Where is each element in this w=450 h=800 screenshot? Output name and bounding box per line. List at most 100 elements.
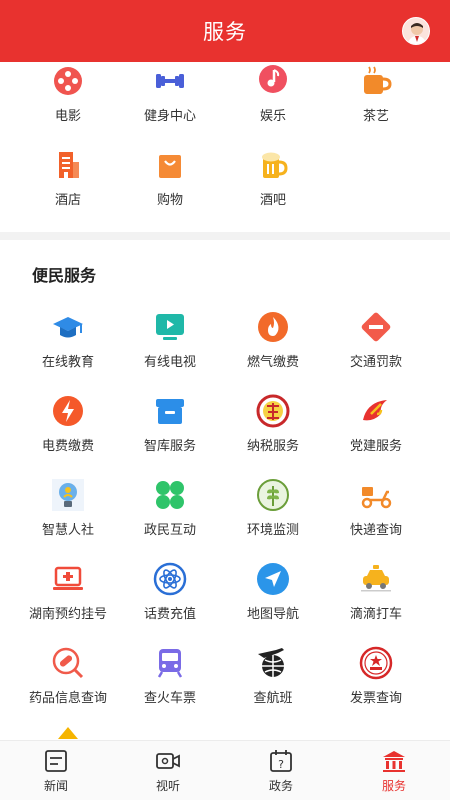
- service-item-label: 快递查询: [349, 523, 402, 538]
- tab-label: 政务: [268, 779, 293, 793]
- dumbbell-icon: [153, 64, 187, 98]
- app-header: 服务: [0, 0, 450, 62]
- service-item-label: 酒吧: [259, 193, 286, 208]
- tab-government[interactable]: ? 政务: [225, 741, 337, 800]
- service-item-phone-recharge[interactable]: 话费充值: [120, 562, 220, 622]
- service-item-label: 药品信息查询: [28, 691, 107, 706]
- tab-label: 新闻: [43, 779, 68, 793]
- service-item-environment-monitoring[interactable]: 环境监测: [223, 478, 323, 538]
- service-item-train-tickets[interactable]: 查火车票: [120, 646, 220, 706]
- service-item-electricity-payment[interactable]: 电费缴费: [18, 394, 118, 454]
- section-divider: [0, 232, 450, 240]
- service-item-label: 娱乐: [259, 109, 286, 124]
- airplane-globe-icon: [256, 646, 290, 680]
- service-item-label: 滴滴打车: [349, 607, 402, 622]
- pill-search-icon: [51, 646, 85, 680]
- tax-emblem-icon: [256, 394, 290, 428]
- service-item-map-navigation[interactable]: 地图导航: [223, 562, 323, 622]
- party-emblem-icon: [359, 394, 393, 428]
- service-item-tax-service[interactable]: 纳税服务: [223, 394, 323, 454]
- flame-icon: [256, 310, 290, 344]
- calendar-question-icon: ?: [269, 749, 293, 773]
- svg-text:?: ?: [278, 758, 284, 771]
- service-item-label: 纳税服务: [246, 439, 299, 454]
- service-item-label: 交通罚款: [349, 355, 402, 370]
- service-item-bar[interactable]: 酒吧: [223, 148, 323, 208]
- service-item-online-education[interactable]: 在线教育: [18, 310, 118, 370]
- service-item-hotel[interactable]: 酒店: [18, 148, 118, 208]
- service-item-label: 电影: [54, 109, 81, 124]
- service-item-label: 智慧人社: [41, 523, 94, 538]
- taxi-car-icon: [359, 562, 393, 596]
- tv-play-icon: [153, 310, 187, 344]
- service-item-label: 茶艺: [362, 109, 389, 124]
- section-title: 便民服务: [32, 266, 97, 285]
- service-item-label: 在线教育: [41, 355, 94, 370]
- service-item-label: 电费缴费: [41, 439, 94, 454]
- invoice-seal-icon: [359, 646, 393, 680]
- service-item-label: 地图导航: [246, 607, 299, 622]
- music-note-icon: [256, 64, 290, 98]
- no-entry-icon: [359, 310, 393, 344]
- tab-label: 视听: [155, 779, 180, 793]
- service-item-label: 湖南预约挂号: [28, 607, 107, 622]
- service-item-hunan-appointment[interactable]: 湖南预约挂号: [18, 562, 118, 622]
- service-item-label: 燃气缴费: [246, 355, 299, 370]
- train-icon: [153, 646, 187, 680]
- service-item-government-interaction[interactable]: 政民互动: [120, 478, 220, 538]
- service-item-entertainment[interactable]: 娱乐: [223, 64, 323, 124]
- beer-mug-icon: [256, 148, 290, 182]
- medical-laptop-icon: [51, 562, 85, 596]
- wheat-badge-icon: [256, 478, 290, 512]
- service-item-label: 查航班: [253, 691, 293, 706]
- convenience-services-section: 便民服务 在线教育 有线电视 燃气缴费 交通罚款 电费缴费 智库服务 纳税服务 …: [0, 240, 450, 740]
- service-item-shopping[interactable]: 购物: [120, 148, 220, 208]
- service-item-didi-taxi[interactable]: 滴滴打车: [326, 562, 426, 622]
- service-item-flight-query[interactable]: 查航班: [223, 646, 323, 706]
- service-item-label: 环境监测: [246, 523, 299, 538]
- page-title: 服务: [203, 20, 247, 44]
- service-item-tea[interactable]: 茶艺: [326, 64, 426, 124]
- lifestyle-services-section: 电影 健身中心 娱乐 茶艺 酒店 购物 酒吧: [0, 62, 450, 232]
- service-item-label: 酒店: [54, 193, 81, 208]
- archive-box-icon: [153, 394, 187, 428]
- tab-news[interactable]: 新闻: [0, 741, 112, 800]
- service-item-label: 话费充值: [143, 607, 196, 622]
- service-item-invoice-query[interactable]: 发票查询: [326, 646, 426, 706]
- service-item-label: 发票查询: [349, 691, 402, 706]
- service-item-label: 健身中心: [143, 109, 196, 124]
- lightning-icon: [51, 394, 85, 428]
- service-item-fitness[interactable]: 健身中心: [120, 64, 220, 124]
- service-item-express-tracking[interactable]: 快递查询: [326, 478, 426, 538]
- service-building-icon: [382, 749, 406, 773]
- service-item-movie[interactable]: 电影: [18, 64, 118, 124]
- shopping-bag-icon: [153, 148, 187, 182]
- atom-icon: [153, 562, 187, 596]
- service-item-gas-payment[interactable]: 燃气缴费: [223, 310, 323, 370]
- avatar[interactable]: [402, 17, 430, 45]
- service-item-label: 党建服务: [349, 439, 402, 454]
- delivery-scooter-icon: [359, 478, 393, 512]
- navigation-arrow-icon: [256, 562, 290, 596]
- service-item-label: 政民互动: [143, 523, 196, 538]
- service-item-traffic-fines[interactable]: 交通罚款: [326, 310, 426, 370]
- service-item-drug-info-query[interactable]: 药品信息查询: [18, 646, 118, 706]
- tab-services[interactable]: 服务: [338, 741, 450, 800]
- bottom-tab-bar: 新闻 视听 ? 政务 服务: [0, 740, 450, 800]
- tab-label: 服务: [381, 779, 406, 793]
- service-item-think-tank[interactable]: 智库服务: [120, 394, 220, 454]
- service-item-label: 查火车票: [143, 691, 196, 706]
- service-item-label: 智库服务: [143, 439, 196, 454]
- clover-icon: [153, 478, 187, 512]
- service-item-party-building[interactable]: 党建服务: [326, 394, 426, 454]
- film-reel-icon: [51, 64, 85, 98]
- video-camera-icon: [156, 749, 180, 773]
- service-item-label: 有线电视: [143, 355, 196, 370]
- service-item-cable-tv[interactable]: 有线电视: [120, 310, 220, 370]
- service-item-label: 购物: [156, 193, 183, 208]
- news-icon: [44, 749, 68, 773]
- graduation-cap-icon: [51, 310, 85, 344]
- tea-cup-icon: [359, 64, 393, 98]
- tab-video[interactable]: 视听: [112, 741, 224, 800]
- service-item-smart-social-security[interactable]: 智慧人社: [18, 478, 118, 538]
